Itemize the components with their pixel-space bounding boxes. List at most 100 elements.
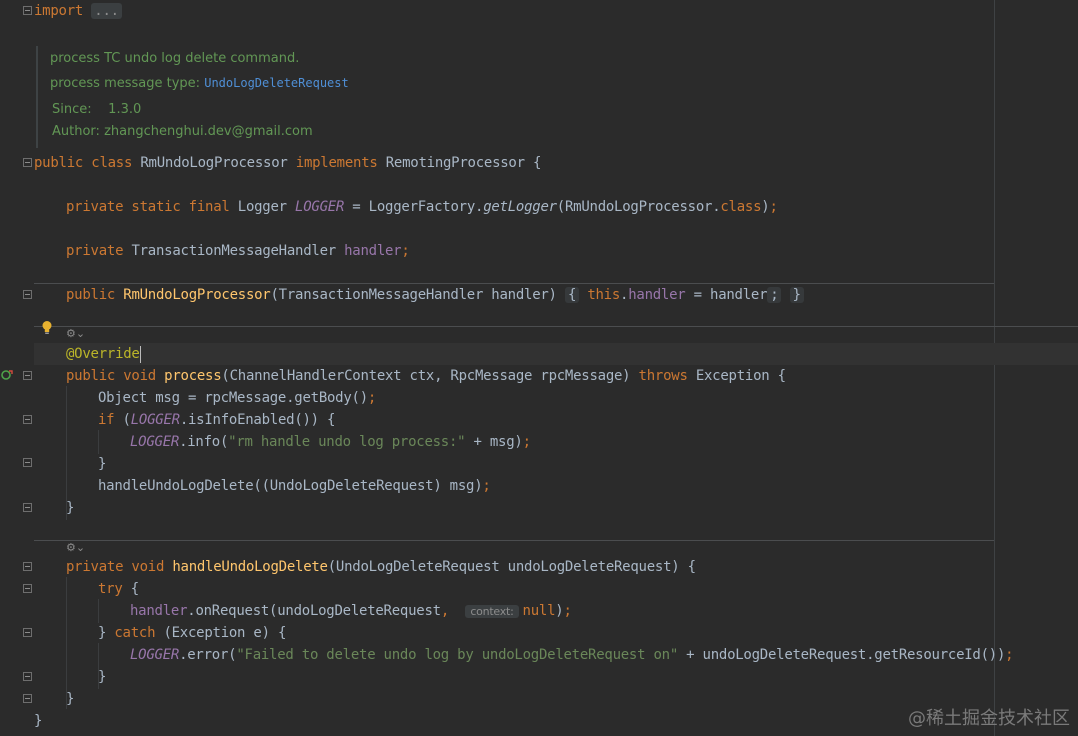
code-line-handler-field[interactable]: private TransactionMessageHandler handle… [66,240,410,262]
identifier: = handler [685,287,768,303]
semicolon: ; [769,199,778,215]
statement: handleUndoLogDelete((UndoLogDeleteReques… [98,478,483,494]
code-line[interactable]: Object msg = rpcMessage.getBody(); [98,387,376,409]
doc-value: zhangchenghui.dev@gmail.com [104,124,313,139]
statement: (Exception e) { [155,625,287,641]
fold-marker-icon[interactable] [23,158,32,167]
code-line[interactable]: } [34,710,42,732]
code-line[interactable]: handler.onRequest(undoLogDeleteRequest, … [130,600,572,622]
semicolon: ; [767,287,782,303]
text-caret [139,345,141,363]
folded-brace[interactable]: } [789,287,804,303]
statement: .isInfoEnabled()) { [179,412,336,428]
static-field: LOGGER [130,434,180,450]
code-line-logger[interactable]: private static final Logger LOGGER = Log… [66,196,778,218]
doc-label: Author: [52,124,100,139]
code-line[interactable]: } catch (Exception e) { [98,622,286,644]
folded-brace[interactable]: { [564,287,580,303]
fold-marker-icon[interactable] [23,672,32,681]
fold-marker-icon[interactable] [23,290,32,299]
params: (ChannelHandlerContext ctx, RpcMessage r… [221,368,631,384]
doc-label: process message type: [50,76,201,91]
fold-marker-icon[interactable] [23,628,32,637]
folded-imports[interactable]: ... [91,3,122,19]
lightbulb-icon[interactable] [41,320,53,335]
code-line[interactable]: LOGGER.info("rm handle undo log process:… [130,431,531,453]
code-line[interactable]: try { [98,578,139,600]
indent-guide [98,599,99,623]
code-line[interactable]: handleUndoLogDelete((UndoLogDeleteReques… [98,475,491,497]
doc-type-link[interactable]: UndoLogDeleteRequest [204,76,349,90]
fold-marker-icon[interactable] [23,6,32,15]
identifier: (RmUndoLogProcessor. [556,199,721,215]
brace: { [122,581,139,597]
fold-marker-icon[interactable] [23,584,32,593]
brace: { [777,368,786,384]
keyword: class [720,199,762,215]
semicolon: ; [482,478,491,494]
fold-marker-icon[interactable] [23,694,32,703]
editor-gutter[interactable] [0,0,34,736]
doc-description: process TC undo log delete command. [50,51,300,66]
fold-marker-icon[interactable] [23,371,32,380]
keyword: private [66,243,124,259]
keyword: private void [66,559,165,575]
keyword: this [587,287,621,303]
static-field: LOGGER [130,412,180,428]
semicolon: ; [401,243,410,259]
fold-marker-icon[interactable] [23,458,32,467]
keyword: class [91,155,133,171]
static-method: getLogger [483,199,557,215]
statement: + msg) [465,434,523,450]
class-name: RmUndoLogProcessor [140,155,288,171]
doc-value: 1.3.0 [108,102,142,117]
code-line[interactable]: } [66,497,74,519]
operator: = [352,199,361,215]
indent-guide [98,430,99,454]
string-literal: "Failed to delete undo log by undoLogDel… [236,647,678,663]
code-line-process-sig[interactable]: public void process(ChannelHandlerContex… [66,365,786,387]
doc-label: Since: [52,102,92,117]
inlay-hints-icon[interactable]: ⚙⌄ [66,327,85,340]
field: handler [344,243,402,259]
keyword: public void [66,368,156,384]
keyword: private static final [66,199,230,215]
string-literal: "rm handle undo log process:" [228,434,466,450]
code-editor[interactable]: ⚙⌄ ⚙⌄ import ... process TC undo log del… [0,0,1078,736]
interface-name: RemotingProcessor [385,155,525,171]
method-call: .info( [179,434,229,450]
identifier: LoggerFactory. [368,199,484,215]
keyword: public [34,155,84,171]
brace: } [98,625,115,641]
statement: + undoLogDeleteRequest.getResourceId()) [678,647,1006,663]
comma: , [440,603,449,619]
fold-marker-icon[interactable] [23,415,32,424]
semicolon: ; [367,390,377,406]
code-line[interactable]: LOGGER.error("Failed to delete undo log … [130,644,1014,666]
code-line-class-decl[interactable]: public class RmUndoLogProcessor implemen… [34,152,541,174]
fold-marker-icon[interactable] [23,562,32,571]
brace: } [66,691,75,707]
doc-author: Author: zhangchenghui.dev@gmail.com [52,124,313,139]
keyword: import [34,3,84,19]
javadoc-block[interactable]: process TC undo log delete command. proc… [36,46,438,148]
code-line-handle-sig[interactable]: private void handleUndoLogDelete(UndoLog… [66,556,696,578]
brace: { [532,155,542,171]
method-separator [34,326,1078,327]
code-line[interactable]: } [98,453,106,475]
doc-since: Since: 1.3.0 [52,102,141,117]
code-line-override[interactable]: @Override [66,343,141,365]
code-line[interactable]: if (LOGGER.isInfoEnabled()) { [98,409,335,431]
code-line-import[interactable]: import ... [34,0,122,22]
implements-gutter-icon[interactable] [1,369,13,381]
inlay-hints-icon[interactable]: ⚙⌄ [66,541,85,554]
code-line[interactable]: } [98,666,106,688]
keyword: try [98,581,123,597]
keyword: null [522,603,556,619]
watermark: @稀土掘金技术社区 [908,708,1070,729]
fold-marker-icon[interactable] [23,503,32,512]
current-line-highlight [34,343,1078,365]
code-line[interactable]: } [66,688,74,710]
code-line-constructor[interactable]: public RmUndoLogProcessor(TransactionMes… [66,284,804,306]
method-name: process [164,368,222,384]
